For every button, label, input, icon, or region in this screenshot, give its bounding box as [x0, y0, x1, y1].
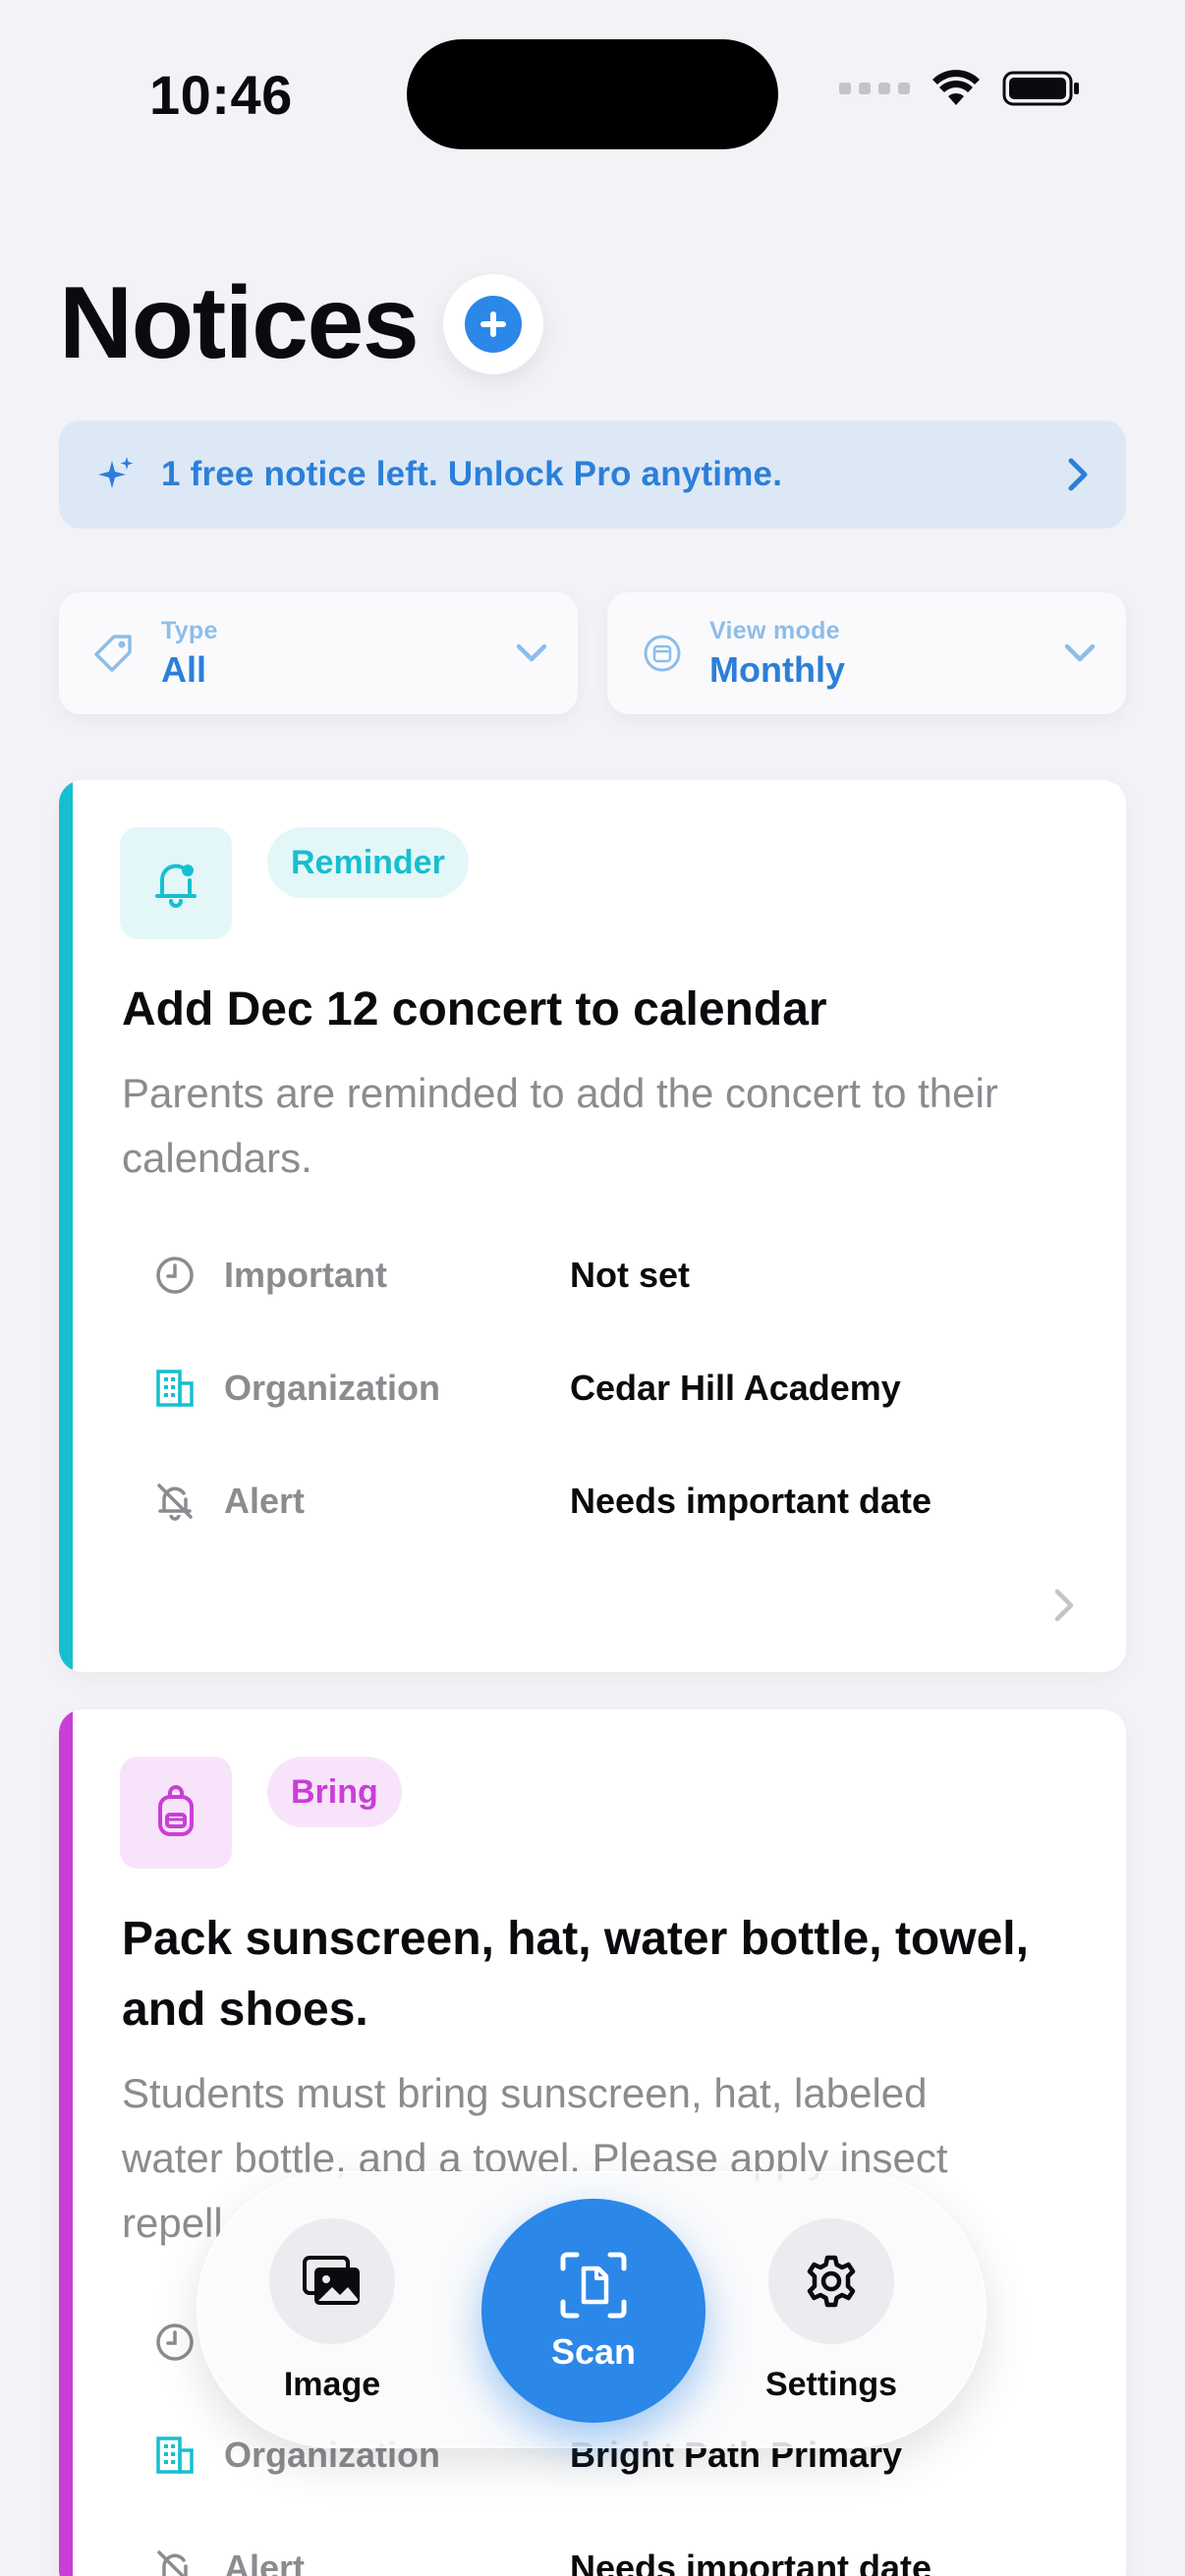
plus-icon [465, 295, 523, 353]
pro-banner-text: 1 free notice left. Unlock Pro anytime. [161, 455, 783, 493]
view-mode-dropdown[interactable]: View mode Monthly [607, 592, 1126, 714]
status-indicators [839, 69, 1081, 108]
row-value: Needs important date [570, 1481, 932, 1521]
building-icon [153, 2434, 197, 2477]
floating-tab-bar: Image Scan Settings [197, 2171, 987, 2448]
type-filter-label: Type [161, 616, 218, 644]
settings-tab-label: Settings [764, 2366, 898, 2403]
card-description: Parents are reminded to add the concert … [122, 1070, 998, 1181]
organization-row: Organization Bright Path Primary [153, 2426, 902, 2485]
status-time: 10:46 [149, 64, 293, 126]
row-label: Organization [224, 1368, 441, 1408]
cellular-signal-icon [839, 83, 910, 94]
gear-icon [768, 2218, 894, 2344]
tag-icon [94, 635, 132, 672]
chevron-down-icon [1064, 644, 1096, 662]
pro-upsell-banner[interactable]: 1 free notice left. Unlock Pro anytime. [59, 420, 1126, 529]
view-mode-value: Monthly [709, 648, 845, 690]
card-type-badge: Reminder [267, 827, 469, 898]
bell-slash-icon [153, 2547, 197, 2576]
backpack-icon [120, 1757, 232, 1869]
card-title: Pack sunscreen, hat, water bottle, towel… [122, 1913, 1029, 2036]
image-tab-label: Image [283, 2366, 381, 2403]
clock-icon [153, 1254, 197, 1297]
document-scan-icon [560, 2252, 627, 2319]
important-row [153, 2313, 197, 2372]
chevron-right-icon [1054, 1589, 1074, 1622]
row-label: Alert [224, 2548, 306, 2576]
view-mode-label: View mode [709, 616, 840, 644]
calendar-icon [644, 635, 681, 672]
chevron-right-icon [1068, 458, 1088, 491]
bell-slash-icon [153, 1480, 197, 1523]
page-title: Notices [59, 266, 420, 380]
row-value: Cedar Hill Academy [570, 1368, 901, 1408]
bell-icon [120, 827, 232, 939]
wifi-icon [932, 70, 980, 105]
alert-row: Alert Needs important date [153, 2539, 931, 2576]
card-accent-bar [59, 780, 73, 1672]
alert-row: Alert Needs important date [153, 1472, 931, 1531]
card-title: Add Dec 12 concert to calendar [122, 983, 827, 1036]
card-accent-bar [59, 1709, 73, 2576]
header: Notices [59, 265, 544, 382]
photo-gallery-icon [269, 2218, 395, 2344]
type-filter-value: All [161, 648, 207, 690]
type-filter-dropdown[interactable]: Type All [59, 592, 578, 714]
settings-tab-button[interactable]: Settings [743, 2218, 920, 2404]
row-label: Alert [224, 1481, 306, 1521]
card-type-badge: Bring [267, 1757, 402, 1827]
battery-icon [1002, 71, 1079, 106]
dynamic-island [407, 39, 778, 149]
important-row: Important Not set [153, 1246, 690, 1305]
clock-icon [153, 2321, 197, 2364]
notice-card[interactable]: Reminder Add Dec 12 concert to calendar … [59, 780, 1126, 1672]
status-bar: 10:46 [0, 0, 1185, 187]
organization-row: Organization Cedar Hill Academy [153, 1359, 901, 1418]
scan-label: Scan [550, 2331, 637, 2372]
sparkles-icon [98, 457, 134, 488]
image-tab-button[interactable]: Image [265, 2218, 399, 2404]
building-icon [153, 1367, 197, 1410]
row-label: Important [224, 1255, 387, 1295]
chevron-down-icon [516, 644, 547, 662]
row-value: Needs important date [570, 2548, 932, 2576]
row-value: Not set [570, 1255, 691, 1295]
scan-button[interactable]: Scan [481, 2199, 705, 2423]
add-notice-button[interactable] [443, 273, 544, 374]
